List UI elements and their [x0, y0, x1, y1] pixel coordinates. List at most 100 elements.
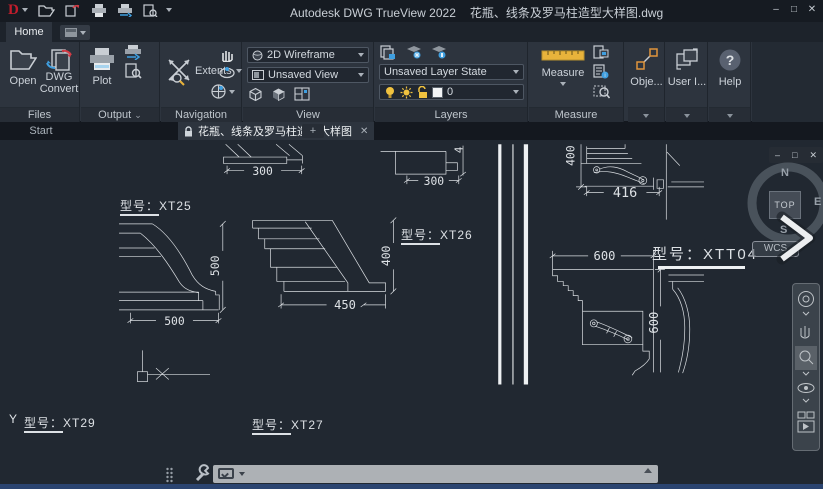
close-button[interactable]: ✕ [803, 2, 821, 18]
profile-xt25: 300 [223, 143, 305, 178]
zoom-extents-button[interactable] [165, 56, 193, 86]
batch-plot-button[interactable] [123, 45, 143, 60]
layer-freeze-icon [407, 46, 421, 59]
command-history-up-icon[interactable] [644, 468, 652, 473]
panel-caret-help[interactable] [709, 107, 750, 122]
new-tab-button[interactable]: + [302, 124, 324, 138]
app-menu-button[interactable]: D [4, 1, 32, 19]
viewport-config-button[interactable] [294, 87, 310, 102]
qat-dropdown-caret-icon[interactable] [165, 8, 172, 12]
layer-on-bulb-icon[interactable] [384, 86, 396, 99]
command-prompt-icon [218, 468, 234, 479]
batch-plot-quick-button[interactable] [113, 1, 137, 19]
svg-text:?: ? [726, 52, 735, 68]
tab-start[interactable]: Start [10, 122, 72, 140]
batch-plot-icon [125, 45, 141, 60]
user-interface-panel-caret-icon [683, 114, 690, 118]
preview-button[interactable] [125, 63, 142, 79]
label-xt27: 型号：XT27 [252, 416, 324, 435]
measure-button[interactable]: Measure [537, 47, 589, 86]
navigation-wheel-icon [211, 84, 226, 99]
padlock-icon [185, 125, 192, 136]
plot-quick-button[interactable] [87, 1, 111, 19]
layer-color-swatch[interactable] [432, 86, 443, 98]
tab-active-drawing[interactable]: 花瓶、线条及罗马柱造型大样图 ✕ [178, 122, 375, 140]
navbar-wheel-button[interactable] [798, 291, 814, 316]
steering-wheel-caret-icon [229, 89, 235, 94]
viewport-icon [252, 70, 264, 80]
help-button[interactable]: ? Help [709, 48, 751, 88]
orbit-button[interactable] [219, 66, 235, 80]
help-panel-caret-icon [726, 114, 733, 118]
dwg-convert-quick-button[interactable] [61, 1, 85, 19]
ribbon-display-toggle[interactable] [60, 25, 90, 40]
navbar-showmotion-button[interactable] [797, 411, 815, 433]
doc-close-button[interactable]: ✕ [809, 150, 817, 161]
quick-properties-button[interactable]: i [593, 64, 609, 79]
pan-hand-icon [222, 51, 233, 62]
viewcube-north[interactable]: N [781, 167, 789, 179]
profile-xt26: 4 300 [380, 145, 467, 188]
tab-close-icon[interactable]: ✕ [360, 126, 368, 137]
layer-state-dropdown[interactable]: Unsaved Layer State [379, 64, 524, 80]
properties-icon [593, 45, 609, 59]
doc-restore-button[interactable]: □ [792, 150, 797, 160]
application-window: D Autodesk DWG TrueView 2022 花瓶、线条及罗马柱造型… [0, 0, 823, 489]
visual-style-dropdown[interactable]: 2D Wireframe [247, 47, 369, 63]
layer-thaw-sun-icon[interactable] [400, 86, 413, 99]
document-tab-bar: Start 花瓶、线条及罗马柱造型大样图 ✕ + [0, 122, 823, 140]
active-tab-title: 花瓶、线条及罗马柱造型大样图 [198, 126, 352, 138]
open-button[interactable]: Open [8, 47, 38, 87]
command-prompt-caret-icon[interactable] [239, 472, 245, 476]
panel-caret-object[interactable] [628, 107, 664, 122]
named-view-dropdown[interactable]: Unsaved View [247, 67, 369, 83]
properties-button[interactable] [593, 45, 609, 60]
layer-properties-button[interactable] [380, 45, 397, 60]
panel-view: 2D Wireframe Unsaved View View [243, 42, 374, 122]
pan-button[interactable] [219, 47, 235, 62]
command-input[interactable] [213, 465, 658, 483]
dim-xtt04-height: 400 [564, 145, 578, 166]
dim-xt26-height: 4 [452, 147, 465, 153]
minimize-button[interactable]: – [767, 2, 785, 18]
navigation-bar [792, 283, 820, 451]
steering-wheel-button[interactable] [211, 84, 235, 99]
ribbon-tab-row: Home [0, 22, 823, 42]
dwg-convert-button[interactable]: DWG Convert [40, 47, 78, 95]
navbar-zoom-button[interactable] [795, 346, 817, 376]
object-button[interactable]: Obje... [628, 48, 665, 88]
zoom-window-button[interactable] [593, 83, 610, 99]
command-wrench-icon[interactable] [193, 464, 211, 482]
layer-unlock-icon[interactable] [417, 85, 428, 99]
ribbon-panel-icon [64, 28, 77, 37]
navbar-orbit-button[interactable] [797, 383, 815, 403]
panel-label-output[interactable]: Output ⌄ [81, 107, 159, 122]
panel-user-interface: User I... [666, 42, 708, 122]
user-interface-button[interactable]: User I... [666, 48, 708, 88]
drawing-canvas[interactable]: 300 4 300 500 500 400 450 400 416 600 60… [0, 140, 823, 484]
command-grip-handle[interactable] [165, 467, 174, 483]
panel-label-layers: Layers [375, 107, 527, 122]
panel-output: Plot Output ⌄ [81, 42, 160, 122]
panel-navigation: Extents Navigation [161, 42, 242, 122]
layer-freeze-button[interactable] [406, 45, 422, 60]
panel-caret-user-interface[interactable] [666, 107, 707, 122]
layer-dropdown[interactable]: 0 [379, 84, 524, 100]
preview-quick-button[interactable] [139, 1, 162, 19]
isolate-objects-button[interactable] [271, 87, 286, 102]
svg-text:i: i [604, 73, 605, 79]
app-title: Autodesk DWG TrueView 2022 [290, 6, 456, 20]
box-view-button[interactable] [248, 87, 263, 102]
panel-label-navigation: Navigation [161, 107, 241, 122]
nav-chevron-arrow[interactable] [770, 205, 823, 265]
navbar-pan-button[interactable] [800, 326, 810, 339]
open-quick-button[interactable] [34, 1, 59, 19]
doc-minimize-button[interactable]: – [775, 150, 780, 160]
plot-button[interactable]: Plot [87, 47, 117, 87]
layer-off-button[interactable] [431, 45, 447, 60]
tab-home[interactable]: Home [6, 22, 52, 42]
maximize-button[interactable]: □ [785, 2, 803, 18]
dim-xt26-width: 300 [424, 174, 445, 188]
panel-object: Obje... [628, 42, 665, 122]
crosshair-cursor [155, 367, 170, 380]
